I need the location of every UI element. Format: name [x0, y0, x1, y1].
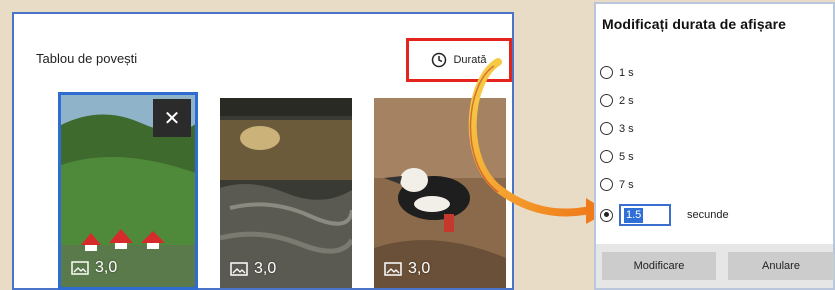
image-icon	[384, 262, 402, 276]
custom-duration-unit: secunde	[687, 209, 729, 221]
item-duration-value: 3,0	[95, 259, 118, 276]
radio-button[interactable]	[600, 208, 613, 222]
close-icon: ✕	[163, 107, 181, 130]
item-duration: 3,0	[230, 260, 276, 278]
storyboard-panel: Tablou de povești Durată ✕ 3,0 3,0 3,0	[12, 12, 514, 290]
storyboard-title: Tablou de povești	[36, 51, 138, 66]
dialog-footer: Modificare Anulare	[596, 244, 834, 288]
option-label: 1 s	[619, 66, 634, 79]
item-duration-value: 3,0	[408, 260, 431, 277]
option-label: 2 s	[619, 94, 634, 107]
item-duration: 3,0	[71, 259, 117, 277]
option-2s[interactable]: 2 s	[600, 94, 634, 107]
option-5s[interactable]: 5 s	[600, 150, 634, 163]
option-3s[interactable]: 3 s	[600, 122, 634, 135]
option-custom[interactable]: 1.5 secunde	[600, 204, 729, 226]
storyboard-item-water[interactable]: 3,0	[220, 98, 352, 288]
radio-button[interactable]	[600, 122, 613, 135]
item-duration-value: 3,0	[254, 260, 277, 277]
callout-arrow	[468, 58, 608, 224]
option-1s[interactable]: 1 s	[600, 66, 634, 79]
radio-button[interactable]	[600, 150, 613, 163]
cancel-button[interactable]: Anulare	[728, 252, 834, 280]
item-duration: 3,0	[384, 260, 430, 278]
radio-button[interactable]	[600, 178, 613, 191]
duration-dialog: Modificați durata de afișare 1 s 2 s 3 s…	[594, 2, 835, 290]
dialog-title: Modificați durata de afișare	[602, 16, 787, 32]
image-icon	[71, 261, 89, 275]
custom-duration-input[interactable]: 1.5	[619, 204, 671, 226]
option-label: 7 s	[619, 178, 634, 191]
radio-button[interactable]	[600, 66, 613, 79]
image-icon	[230, 262, 248, 276]
remove-item-button[interactable]: ✕	[153, 99, 191, 137]
storyboard-item-camping[interactable]: ✕ 3,0	[58, 92, 198, 290]
modify-button[interactable]: Modificare	[602, 252, 716, 280]
option-label: 5 s	[619, 150, 634, 163]
custom-duration-value: 1.5	[624, 207, 644, 223]
option-7s[interactable]: 7 s	[600, 178, 634, 191]
option-label: 3 s	[619, 122, 634, 135]
radio-button[interactable]	[600, 94, 613, 107]
